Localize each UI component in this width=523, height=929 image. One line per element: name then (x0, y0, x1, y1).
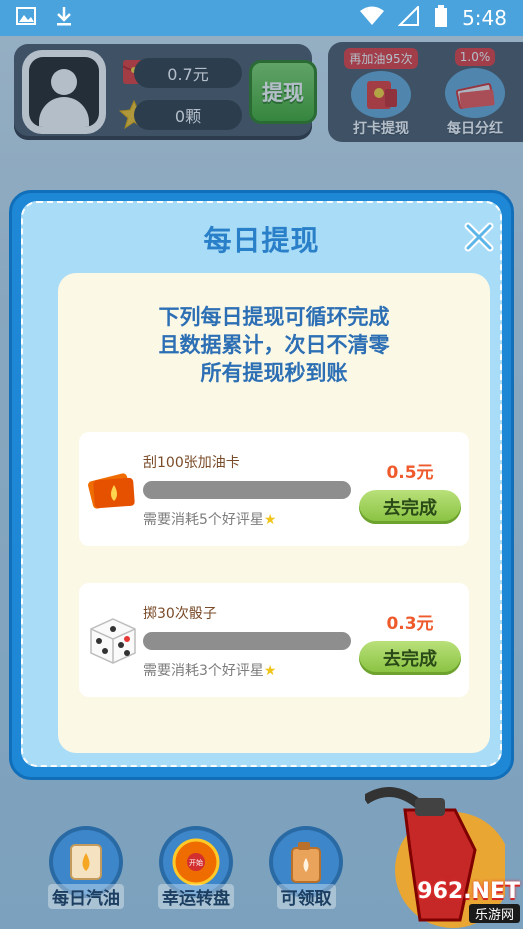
modal-content-card: 下列每日提现可循环完成 且数据累计，次日不清零 所有提现秒到账 刮100张加油卡… (58, 273, 490, 753)
status-bar: 5:48 (0, 0, 523, 36)
task-cost-text: 需要消耗5个好评星 (143, 512, 264, 528)
clock-time: 5:48 (462, 6, 507, 30)
go-complete-button[interactable]: 去完成 (359, 490, 461, 524)
claimable-button[interactable]: 可领取 (258, 826, 354, 926)
task-card: 掷30次骰子 需要消耗3个好评星★ 0.3元 去完成 (79, 583, 469, 697)
task-cost: 需要消耗3个好评星★ (143, 660, 276, 680)
download-icon (54, 5, 74, 31)
bottom-item-label: 幸运转盘 (158, 884, 234, 909)
task-name: 刮100张加油卡 (143, 455, 240, 471)
lucky-wheel-button[interactable]: 开始 幸运转盘 (148, 826, 244, 926)
task-card: 刮100张加油卡 需要消耗5个好评星★ 0.5元 去完成 (79, 432, 469, 546)
modal-title: 每日提现 (203, 224, 320, 257)
daily-withdraw-modal: 每日提现 下列每日提现可循环完成 且数据累计，次日不清零 所有提现秒到账 刮10… (9, 190, 514, 780)
go-complete-button[interactable]: 去完成 (359, 641, 461, 675)
wheel-start-text: 开始 (189, 858, 203, 867)
description-line: 且数据累计，次日不清零 (158, 333, 390, 357)
watermark-bottom: 乐游网 (468, 904, 520, 923)
wifi-icon (360, 6, 385, 31)
close-icon[interactable] (463, 221, 495, 253)
bottom-item-label: 可领取 (276, 884, 336, 909)
description-line: 所有提现秒到账 (200, 361, 348, 385)
modal-frame: 每日提现 下列每日提现可循环完成 且数据累计，次日不清零 所有提现秒到账 刮10… (21, 201, 502, 767)
fuel-card-icon (85, 462, 141, 518)
task-cost-text: 需要消耗3个好评星 (143, 663, 264, 679)
dice-icon (85, 613, 141, 669)
daily-fuel-button[interactable]: 每日汽油 (38, 826, 134, 926)
description-line: 下列每日提现可循环完成 (158, 305, 390, 329)
star-icon: ★ (263, 663, 277, 679)
signal-icon (397, 4, 420, 31)
task-reward: 0.3元 (386, 614, 434, 634)
task-cost: 需要消耗5个好评星★ (143, 509, 276, 529)
task-name: 掷30次骰子 (143, 606, 217, 622)
task-progress-bar (143, 481, 351, 499)
battery-icon (434, 4, 448, 32)
watermark-top: 962.NET (417, 879, 520, 904)
image-icon (16, 6, 36, 30)
task-reward: 0.5元 (386, 463, 434, 483)
bottom-item-label: 每日汽油 (48, 884, 124, 909)
modal-description: 下列每日提现可循环完成 且数据累计，次日不清零 所有提现秒到账 (58, 303, 490, 387)
task-progress-bar (143, 632, 351, 650)
star-icon: ★ (263, 512, 277, 528)
watermark-logo: 962.NET 乐游网 (388, 877, 520, 925)
